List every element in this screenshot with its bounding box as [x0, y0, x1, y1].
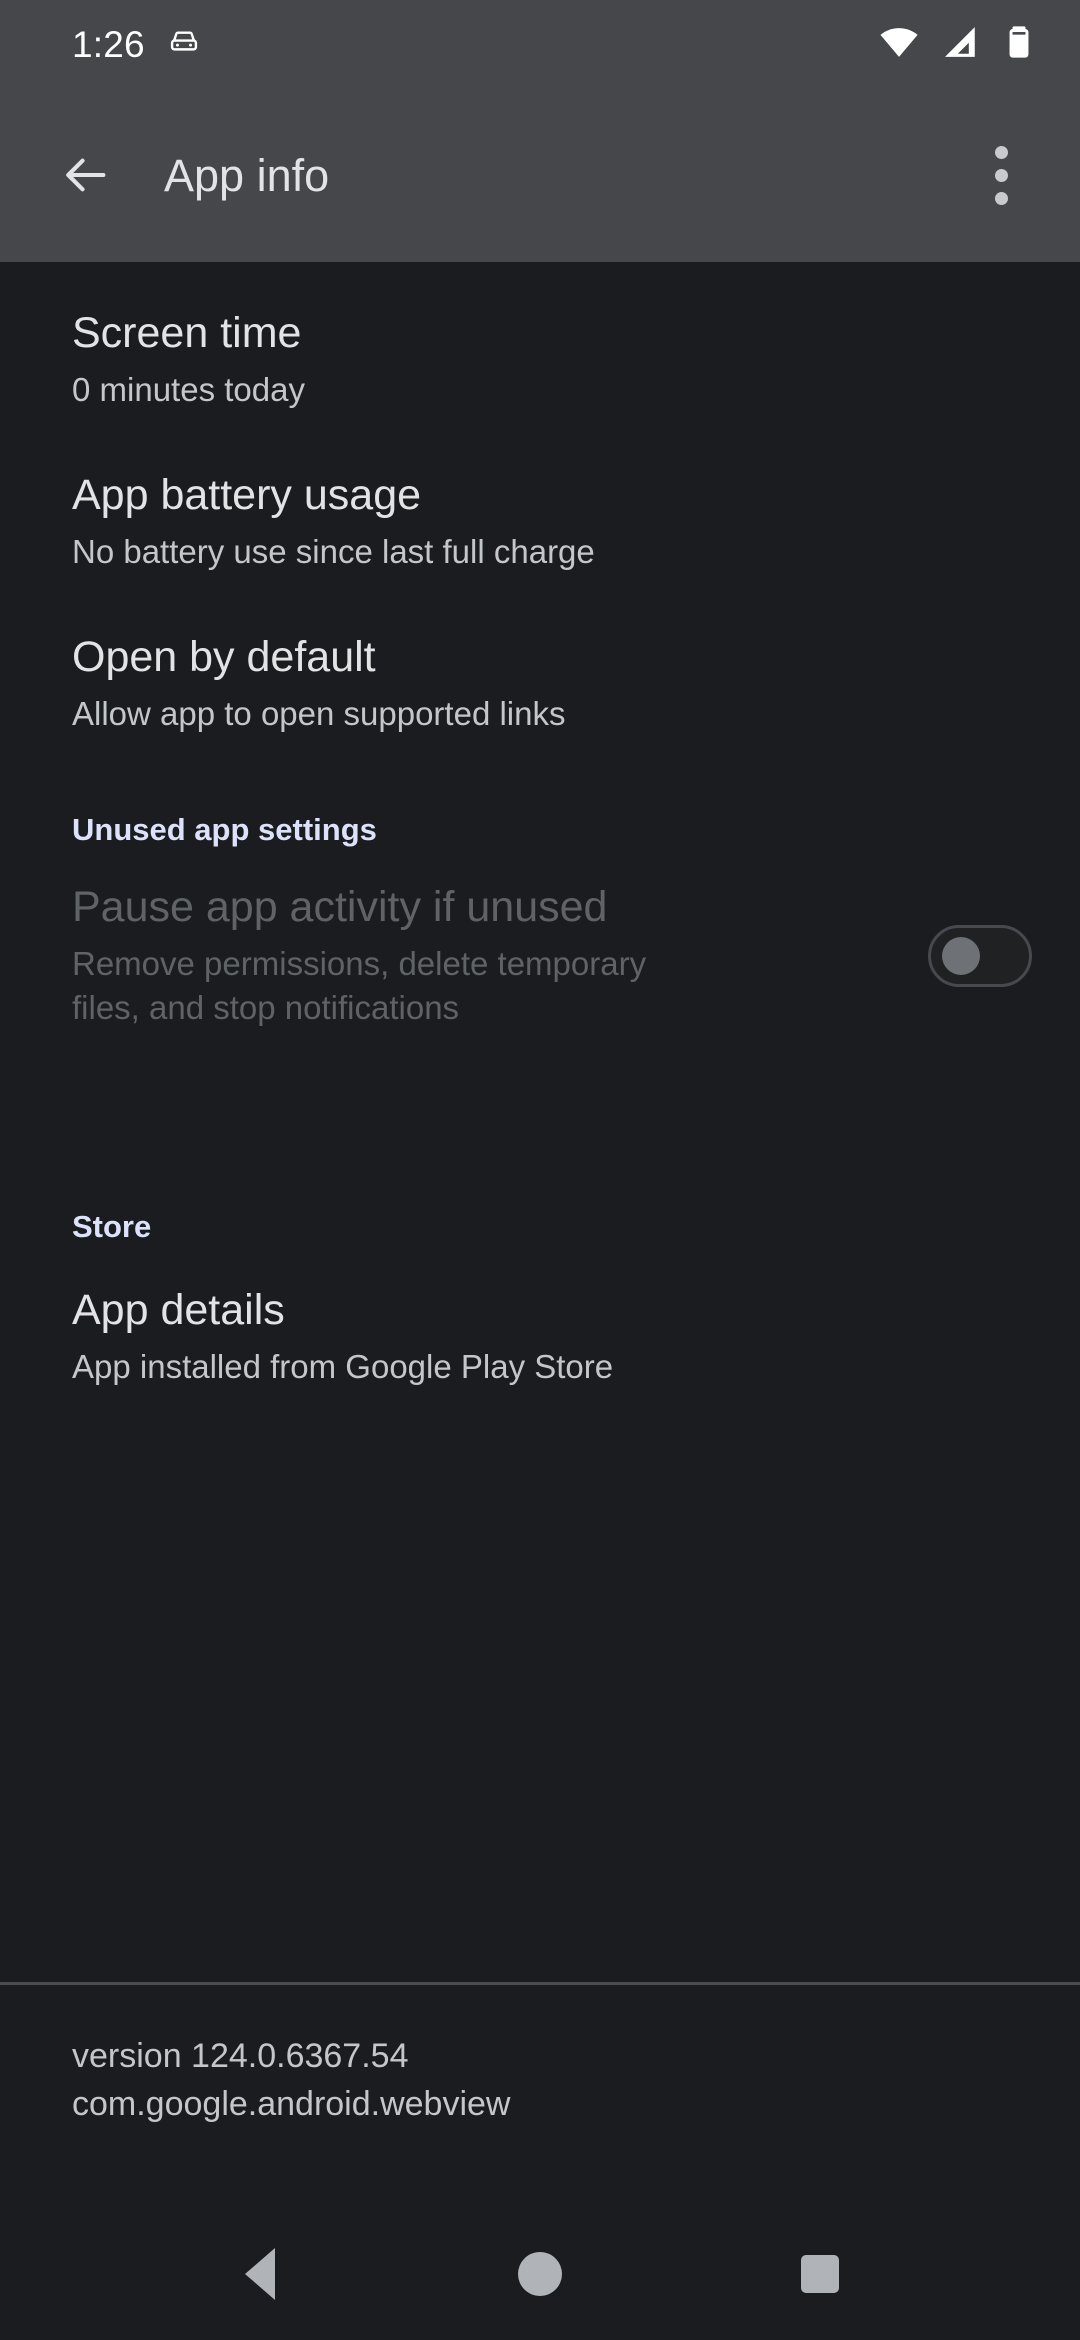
page-title: App info	[164, 149, 330, 201]
section-header-unused-app-settings: Unused app settings	[72, 812, 377, 847]
section-header-store: Store	[72, 1209, 152, 1244]
pref-open-by-default[interactable]: Open by default Allow app to open suppor…	[0, 632, 1080, 736]
nav-back-button[interactable]	[195, 2229, 325, 2319]
footer-divider	[0, 1982, 1080, 1985]
pref-text: Open by default Allow app to open suppor…	[72, 632, 1032, 736]
battery-icon	[998, 21, 1040, 68]
overflow-dot	[994, 191, 1008, 205]
pref-summary: No battery use since last full charge	[72, 532, 595, 570]
pref-text: App battery usage No battery use since l…	[72, 470, 1032, 574]
pref-app-battery-usage[interactable]: App battery usage No battery use since l…	[0, 470, 1080, 574]
cellular-signal-icon	[938, 21, 980, 68]
app-version-footer: version 124.0.6367.54 com.google.android…	[0, 2032, 1080, 2129]
app-version-text: version 124.0.6367.54	[72, 2037, 409, 2075]
settings-list: Screen time 0 minutes today App battery …	[0, 262, 1080, 1982]
pref-summary: Allow app to open supported links	[72, 694, 566, 732]
pause-app-activity-toggle[interactable]	[928, 925, 1032, 988]
pref-summary: App installed from Google Play Store	[72, 1347, 614, 1385]
pref-summary: 0 minutes today	[72, 370, 305, 408]
pref-pause-app-activity-if-unused[interactable]: Pause app activity if unused Remove perm…	[0, 882, 1080, 1031]
overflow-dot	[994, 145, 1008, 159]
pref-text: Pause app activity if unused Remove perm…	[72, 882, 672, 1031]
pref-title: Open by default	[72, 633, 376, 681]
overflow-dot	[994, 168, 1008, 182]
status-clock: 1:26	[72, 23, 145, 65]
phone-screen: 1:26 App info Screen time 0 minutes toda…	[0, 0, 1080, 2340]
nav-recents-button[interactable]	[755, 2229, 885, 2319]
toggle-thumb	[942, 937, 980, 976]
status-bar: 1:26	[0, 0, 1080, 88]
pref-screen-time[interactable]: Screen time 0 minutes today	[0, 308, 1080, 412]
pref-title: Pause app activity if unused	[72, 883, 608, 931]
nav-back-icon	[245, 2248, 275, 2300]
pref-summary: Remove permissions, delete temporary fil…	[72, 944, 647, 1027]
pref-title: App details	[72, 1286, 285, 1334]
wifi-icon	[878, 21, 920, 68]
back-button[interactable]	[48, 137, 124, 213]
pref-title: App battery usage	[72, 471, 422, 519]
pref-title: Screen time	[72, 309, 302, 357]
nav-home-button[interactable]	[475, 2229, 605, 2319]
car-icon	[167, 25, 201, 64]
status-bar-left: 1:26	[72, 25, 201, 64]
app-package-name: com.google.android.webview	[72, 2085, 511, 2124]
pref-text: App details App installed from Google Pl…	[72, 1285, 1032, 1389]
app-bar: App info	[0, 88, 1080, 262]
overflow-menu-button[interactable]	[966, 135, 1036, 215]
navigation-bar	[0, 2208, 1080, 2340]
pref-text: Screen time 0 minutes today	[72, 308, 1032, 412]
status-bar-right	[878, 21, 1040, 68]
nav-home-icon	[518, 2252, 562, 2296]
back-arrow-icon	[66, 158, 106, 192]
pref-app-details[interactable]: App details App installed from Google Pl…	[0, 1285, 1080, 1389]
nav-recents-icon	[801, 2255, 839, 2293]
